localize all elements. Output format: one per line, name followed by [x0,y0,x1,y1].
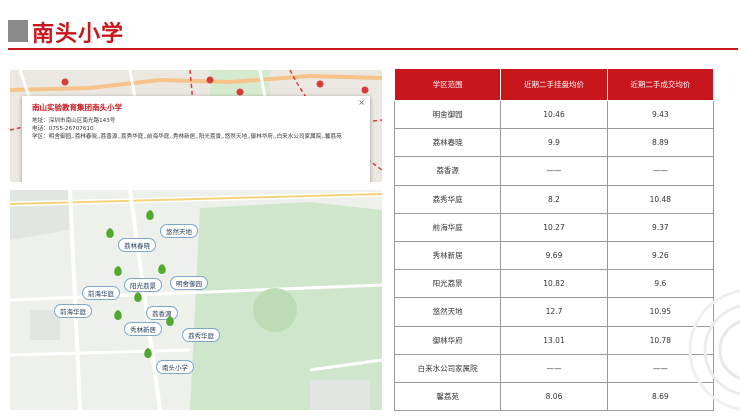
page-title: 南头小学 [32,22,125,47]
table-cell: —— [500,353,608,383]
table-cell: —— [606,156,715,186]
table-row: 秀林新居 9.69 9.26 [393,240,715,271]
table-row: 白来水公司家属院 —— —— [393,353,715,383]
map-bottom[interactable]: 悠然天地 荔林春晓 阳光荔景 明舍御园 前海华庭 荔香源 前海华庭 秀林新居 荔… [10,190,382,410]
table-cell: 白来水公司家属院 [393,353,502,383]
table-cell: 13.01 [500,325,608,355]
table-row: 荔林春晓 9.9 8.89 [393,128,715,158]
table-cell: 前海华庭 [393,212,502,242]
table-row: 荔秀华庭 8.2 10.48 [393,184,715,214]
table-cell: 9.37 [606,212,715,242]
table-cell: 荔秀华庭 [393,184,502,214]
table-cell: 秀林新居 [393,240,502,271]
table-cell: 馨荔苑 [393,381,502,412]
popup-school-name: 南山实验教育集团南头小学 [32,103,122,112]
table-cell: 9.69 [500,240,608,271]
table-cell: 阳光荔景 [393,269,502,299]
table-row: 阳光荔景 10.82 9.6 [393,269,715,299]
table-cell: 10.27 [500,212,608,242]
table-cell: 8.2 [500,184,608,214]
popup-district: 学区：明舍御园,,荔林春晓,,荔香源,,荔秀华庭,,前海华庭,,秀林新居,,阳光… [32,134,342,140]
title-rule [8,48,738,50]
table-cell: 10.46 [500,99,608,130]
school-info-popup: × 南山实验教育集团南头小学 地址：深圳市南山区南光路143号 电话：0755-… [22,96,370,182]
map-top[interactable]: × 南山实验教育集团南头小学 地址：深圳市南山区南光路143号 电话：0755-… [10,70,382,182]
popup-address: 地址：深圳市南山区南光路143号 [32,118,116,124]
header: 南头小学 [0,14,740,50]
table-cell: 9.43 [606,99,715,130]
table-row: 明舍御园 10.46 9.43 [393,99,715,130]
table-cell: 8.89 [606,128,715,158]
popup-phone: 电话：0755-26707610 [32,126,94,132]
table-cell: 12.7 [500,297,608,327]
table-cell: 悠然天地 [393,297,502,327]
title-block-decoration [8,20,28,42]
table-cell: 10.48 [606,184,715,214]
table-row: 御林华府 13.01 10.78 [393,325,715,355]
table-cell: 荔香源 [393,156,502,186]
table-row: 悠然天地 12.7 10.95 [393,297,715,327]
table-header-row: 学区范围 近期二手挂盘均价 近期二手成交均价 [393,68,715,101]
table-cell: 荔林春晓 [393,128,502,158]
table-cell: —— [500,156,608,186]
popup-close-icon[interactable]: × [358,98,365,107]
table-cell: 10.82 [500,269,608,299]
table-row: 荔香源 —— —— [393,156,715,186]
table-cell: 御林华府 [393,325,502,355]
column-header: 近期二手成交均价 [606,68,715,101]
decorative-arcs [688,289,740,411]
column-header: 学区范围 [393,68,502,101]
map-pins-layer [106,210,174,370]
table-cell: 8.06 [500,381,608,412]
table-cell: 明舍御园 [393,99,502,130]
column-header: 近期二手挂盘均价 [500,68,608,101]
table-row: 馨荔苑 8.06 8.69 [393,381,715,412]
price-table: 学区范围 近期二手挂盘均价 近期二手成交均价 明舍御园 10.46 9.43 荔林春晓… [393,68,715,412]
table-cell: 9.9 [500,128,608,158]
table-row: 前海华庭 10.27 9.37 [393,212,715,242]
